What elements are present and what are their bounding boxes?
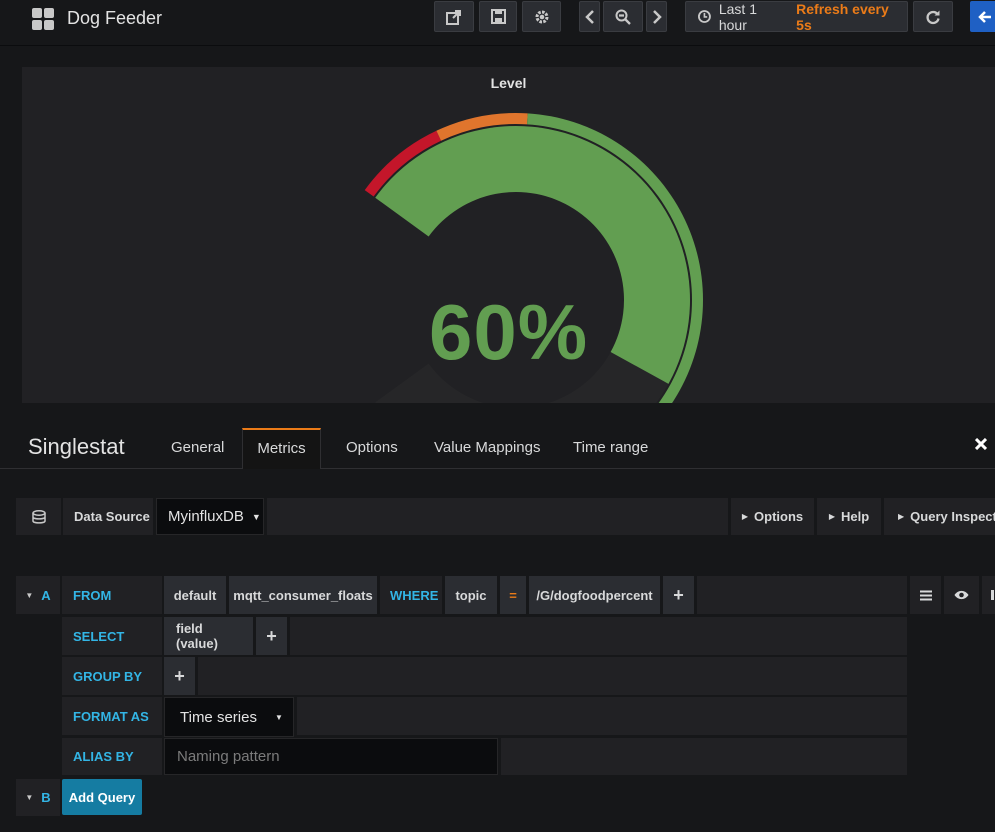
time-range-label: Last 1 hour: [718, 0, 757, 33]
format-as-keyword: FORMAT AS: [62, 697, 162, 735]
refresh-icon: [926, 10, 940, 24]
time-back-button[interactable]: [579, 1, 600, 32]
query-ref-a: A: [41, 587, 51, 603]
help-button[interactable]: ▶ Help: [817, 498, 881, 535]
zoom-out-button[interactable]: [603, 1, 643, 32]
query-a-toggle[interactable]: ▼ A: [16, 576, 60, 614]
gauge-value: 60%: [428, 288, 589, 376]
datasource-select[interactable]: MyinfluxDB ▼: [156, 498, 264, 535]
dashboard-title[interactable]: Dog Feeder: [67, 6, 162, 30]
share-button[interactable]: [434, 1, 474, 32]
toggle-visibility-button[interactable]: [944, 576, 979, 614]
add-query-button[interactable]: Add Query: [62, 779, 142, 815]
refresh-interval-label: Refresh every 5s: [796, 0, 889, 33]
help-label: Help: [840, 509, 870, 524]
add-where-button[interactable]: +: [663, 576, 694, 614]
select-field-segment[interactable]: field (value): [164, 617, 253, 655]
tab-metrics[interactable]: Metrics: [242, 428, 321, 469]
caret-right-icon: ▶: [898, 512, 905, 521]
alias-input[interactable]: Naming pattern: [164, 738, 498, 775]
bars-icon: [919, 590, 932, 600]
caret-down-icon: ▼: [274, 712, 283, 722]
panel-type-title: Singlestat: [28, 434, 125, 459]
add-select-button[interactable]: +: [256, 617, 287, 655]
datasource-filler: [267, 498, 728, 535]
refresh-button[interactable]: [913, 1, 953, 32]
tag-key-segment[interactable]: topic: [445, 576, 497, 614]
datasource-icon-cell: [16, 498, 61, 535]
time-picker-button[interactable]: Last 1 hour Refresh every 5s: [685, 0, 908, 33]
add-group-by-button[interactable]: +: [164, 657, 195, 695]
arrow-left-icon: [978, 10, 991, 23]
operator-segment[interactable]: =: [500, 576, 526, 614]
query-b-toggle[interactable]: ▼ B: [16, 779, 60, 816]
delete-query-button[interactable]: [982, 576, 995, 614]
settings-button[interactable]: [522, 1, 561, 32]
chevron-right-icon: [652, 9, 662, 24]
time-forward-button[interactable]: [646, 1, 667, 32]
format-as-value: Time series: [180, 708, 257, 726]
chevron-left-icon: [584, 9, 594, 24]
trash-icon: [991, 590, 994, 600]
caret-down-icon: ▼: [251, 511, 261, 522]
database-icon: [31, 509, 46, 524]
group-by-keyword: GROUP BY: [62, 657, 162, 695]
from-row-filler: [697, 576, 907, 614]
save-dashboard-button[interactable]: [479, 1, 517, 32]
select-row-filler: [290, 617, 907, 655]
tab-time-range[interactable]: Time range: [557, 428, 664, 468]
caret-right-icon: ▶: [741, 512, 749, 521]
datasource-value: MyinfluxDB: [168, 508, 244, 525]
dashboards-icon[interactable]: [32, 8, 54, 30]
alias-row-filler: [501, 738, 907, 775]
where-keyword: WHERE: [380, 576, 442, 614]
zoom-out-icon: [615, 9, 631, 25]
clock-icon: [698, 10, 711, 23]
format-as-select[interactable]: Time series ▼: [164, 697, 294, 737]
eye-icon: [954, 590, 969, 600]
query-inspector-label: Query Inspector: [910, 509, 995, 524]
caret-down-icon: ▼: [25, 590, 34, 600]
close-editor-button[interactable]: [974, 437, 988, 455]
measurement-segment[interactable]: mqtt_consumer_floats: [229, 576, 377, 614]
group-row-filler: [198, 657, 907, 695]
query-ref-b: B: [41, 790, 51, 805]
caret-down-icon: ▼: [25, 793, 34, 802]
share-icon: [446, 9, 461, 25]
gear-icon: [535, 10, 548, 23]
query-options-label: Options: [754, 509, 804, 524]
select-keyword: SELECT: [62, 617, 162, 655]
query-options-button[interactable]: ▶ Options: [731, 498, 814, 535]
singlestat-panel: Level 60%: [22, 67, 995, 403]
retention-policy-segment[interactable]: default: [164, 576, 226, 614]
tag-value-segment[interactable]: /G/dogfoodpercent: [529, 576, 660, 614]
datasource-label: Data Source: [63, 498, 153, 535]
save-icon: [490, 9, 506, 24]
query-menu-button[interactable]: [910, 576, 941, 614]
query-inspector-button[interactable]: ▶ Query Inspector: [884, 498, 995, 535]
back-to-dashboard-button[interactable]: [970, 1, 995, 32]
tab-options[interactable]: Options: [330, 428, 414, 468]
caret-right-icon: ▶: [828, 512, 835, 521]
close-icon: [974, 437, 988, 451]
tab-value-mappings[interactable]: Value Mappings: [418, 428, 556, 468]
alias-by-keyword: ALIAS BY: [62, 738, 162, 775]
from-keyword: FROM: [62, 576, 162, 614]
tab-general[interactable]: General: [155, 428, 240, 468]
format-row-filler: [297, 697, 907, 735]
